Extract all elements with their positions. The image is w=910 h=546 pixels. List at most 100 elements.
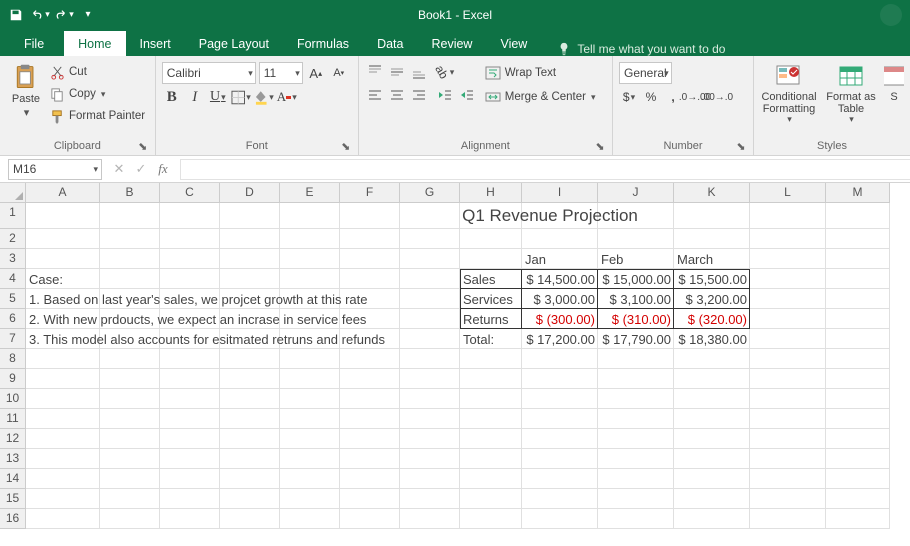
row-header-1[interactable]: 1 xyxy=(0,203,26,229)
cell-K9[interactable] xyxy=(674,369,750,389)
align-top-button[interactable] xyxy=(365,62,385,82)
decrease-decimal-button[interactable]: .00→.0 xyxy=(707,87,727,107)
cell-E1[interactable] xyxy=(280,203,340,229)
cell-M8[interactable] xyxy=(826,349,890,369)
col-header-D[interactable]: D xyxy=(220,183,280,203)
cell-content-H5[interactable]: Services xyxy=(460,289,522,309)
cell-D4[interactable] xyxy=(220,269,280,289)
cell-content-H6[interactable]: Returns xyxy=(460,309,522,329)
cell-F10[interactable] xyxy=(340,389,400,409)
cell-L9[interactable] xyxy=(750,369,826,389)
cell-H3[interactable] xyxy=(460,249,522,269)
cell-B16[interactable] xyxy=(100,509,160,529)
cell-A15[interactable] xyxy=(26,489,100,509)
cell-G15[interactable] xyxy=(400,489,460,509)
grow-font-button[interactable]: A▴ xyxy=(306,63,326,83)
cell-J2[interactable] xyxy=(598,229,674,249)
cell-C13[interactable] xyxy=(160,449,220,469)
row-header-5[interactable]: 5 xyxy=(0,289,26,309)
cell-B8[interactable] xyxy=(100,349,160,369)
cell-A2[interactable] xyxy=(26,229,100,249)
row-header-16[interactable]: 16 xyxy=(0,509,26,529)
cell-K10[interactable] xyxy=(674,389,750,409)
accounting-format-button[interactable]: $▾ xyxy=(619,87,639,107)
cell-content-A5[interactable]: 1. Based on last year's sales, we projce… xyxy=(26,289,446,309)
cell-G9[interactable] xyxy=(400,369,460,389)
cut-button[interactable]: Cut xyxy=(48,62,147,82)
tab-home[interactable]: Home xyxy=(64,31,125,56)
cell-I8[interactable] xyxy=(522,349,598,369)
cell-F15[interactable] xyxy=(340,489,400,509)
cell-F9[interactable] xyxy=(340,369,400,389)
cell-content-K4[interactable]: $ 15,500.00 xyxy=(674,269,750,289)
cell-J13[interactable] xyxy=(598,449,674,469)
cell-J11[interactable] xyxy=(598,409,674,429)
cell-A13[interactable] xyxy=(26,449,100,469)
cell-E13[interactable] xyxy=(280,449,340,469)
cell-A3[interactable] xyxy=(26,249,100,269)
cell-content-K5[interactable]: $ 3,200.00 xyxy=(674,289,750,309)
conditional-formatting-button[interactable]: Conditional Formatting▾ xyxy=(760,62,818,125)
cell-H2[interactable] xyxy=(460,229,522,249)
cell-L13[interactable] xyxy=(750,449,826,469)
cell-L15[interactable] xyxy=(750,489,826,509)
cell-L2[interactable] xyxy=(750,229,826,249)
cell-C3[interactable] xyxy=(160,249,220,269)
cell-M12[interactable] xyxy=(826,429,890,449)
cell-L7[interactable] xyxy=(750,329,826,349)
cell-D10[interactable] xyxy=(220,389,280,409)
cell-D9[interactable] xyxy=(220,369,280,389)
cell-L4[interactable] xyxy=(750,269,826,289)
cell-K11[interactable] xyxy=(674,409,750,429)
font-color-button[interactable]: A▾ xyxy=(277,87,297,107)
paste-button[interactable]: Paste ▾ xyxy=(6,60,46,119)
cell-content-J6[interactable]: $ (310.00) xyxy=(598,309,674,329)
cell-content-J7[interactable]: $ 17,790.00 xyxy=(598,329,674,349)
fill-color-button[interactable]: ▾ xyxy=(254,87,274,107)
cell-content-A7[interactable]: 3. This model also accounts for esitmate… xyxy=(26,329,446,349)
cell-B15[interactable] xyxy=(100,489,160,509)
cell-B11[interactable] xyxy=(100,409,160,429)
col-header-J[interactable]: J xyxy=(598,183,674,203)
cell-K16[interactable] xyxy=(674,509,750,529)
cell-I14[interactable] xyxy=(522,469,598,489)
col-header-B[interactable]: B xyxy=(100,183,160,203)
cell-content-J5[interactable]: $ 3,100.00 xyxy=(598,289,674,309)
cell-L8[interactable] xyxy=(750,349,826,369)
cell-K12[interactable] xyxy=(674,429,750,449)
cell-J9[interactable] xyxy=(598,369,674,389)
cell-D13[interactable] xyxy=(220,449,280,469)
cell-D3[interactable] xyxy=(220,249,280,269)
cell-H15[interactable] xyxy=(460,489,522,509)
cell-K8[interactable] xyxy=(674,349,750,369)
cell-M3[interactable] xyxy=(826,249,890,269)
cell-C16[interactable] xyxy=(160,509,220,529)
cell-G11[interactable] xyxy=(400,409,460,429)
cell-C8[interactable] xyxy=(160,349,220,369)
cell-J10[interactable] xyxy=(598,389,674,409)
cell-B10[interactable] xyxy=(100,389,160,409)
row-header-7[interactable]: 7 xyxy=(0,329,26,349)
cell-content-K3[interactable]: March xyxy=(674,249,750,269)
tab-data[interactable]: Data xyxy=(363,31,417,56)
cell-M7[interactable] xyxy=(826,329,890,349)
row-header-6[interactable]: 6 xyxy=(0,309,26,329)
cell-J14[interactable] xyxy=(598,469,674,489)
cell-K13[interactable] xyxy=(674,449,750,469)
cell-content-J4[interactable]: $ 15,000.00 xyxy=(598,269,674,289)
cell-K2[interactable] xyxy=(674,229,750,249)
clipboard-launcher[interactable]: ⬊ xyxy=(137,140,149,152)
tab-insert[interactable]: Insert xyxy=(126,31,185,56)
cell-C9[interactable] xyxy=(160,369,220,389)
cell-B4[interactable] xyxy=(100,269,160,289)
cell-A8[interactable] xyxy=(26,349,100,369)
cell-F2[interactable] xyxy=(340,229,400,249)
cell-content-G1[interactable]: Q1 Revenue Projection xyxy=(400,203,700,229)
tab-review[interactable]: Review xyxy=(417,31,486,56)
cell-L3[interactable] xyxy=(750,249,826,269)
col-header-K[interactable]: K xyxy=(674,183,750,203)
row-header-14[interactable]: 14 xyxy=(0,469,26,489)
col-header-A[interactable]: A xyxy=(26,183,100,203)
cell-A1[interactable] xyxy=(26,203,100,229)
save-button[interactable] xyxy=(6,5,26,25)
